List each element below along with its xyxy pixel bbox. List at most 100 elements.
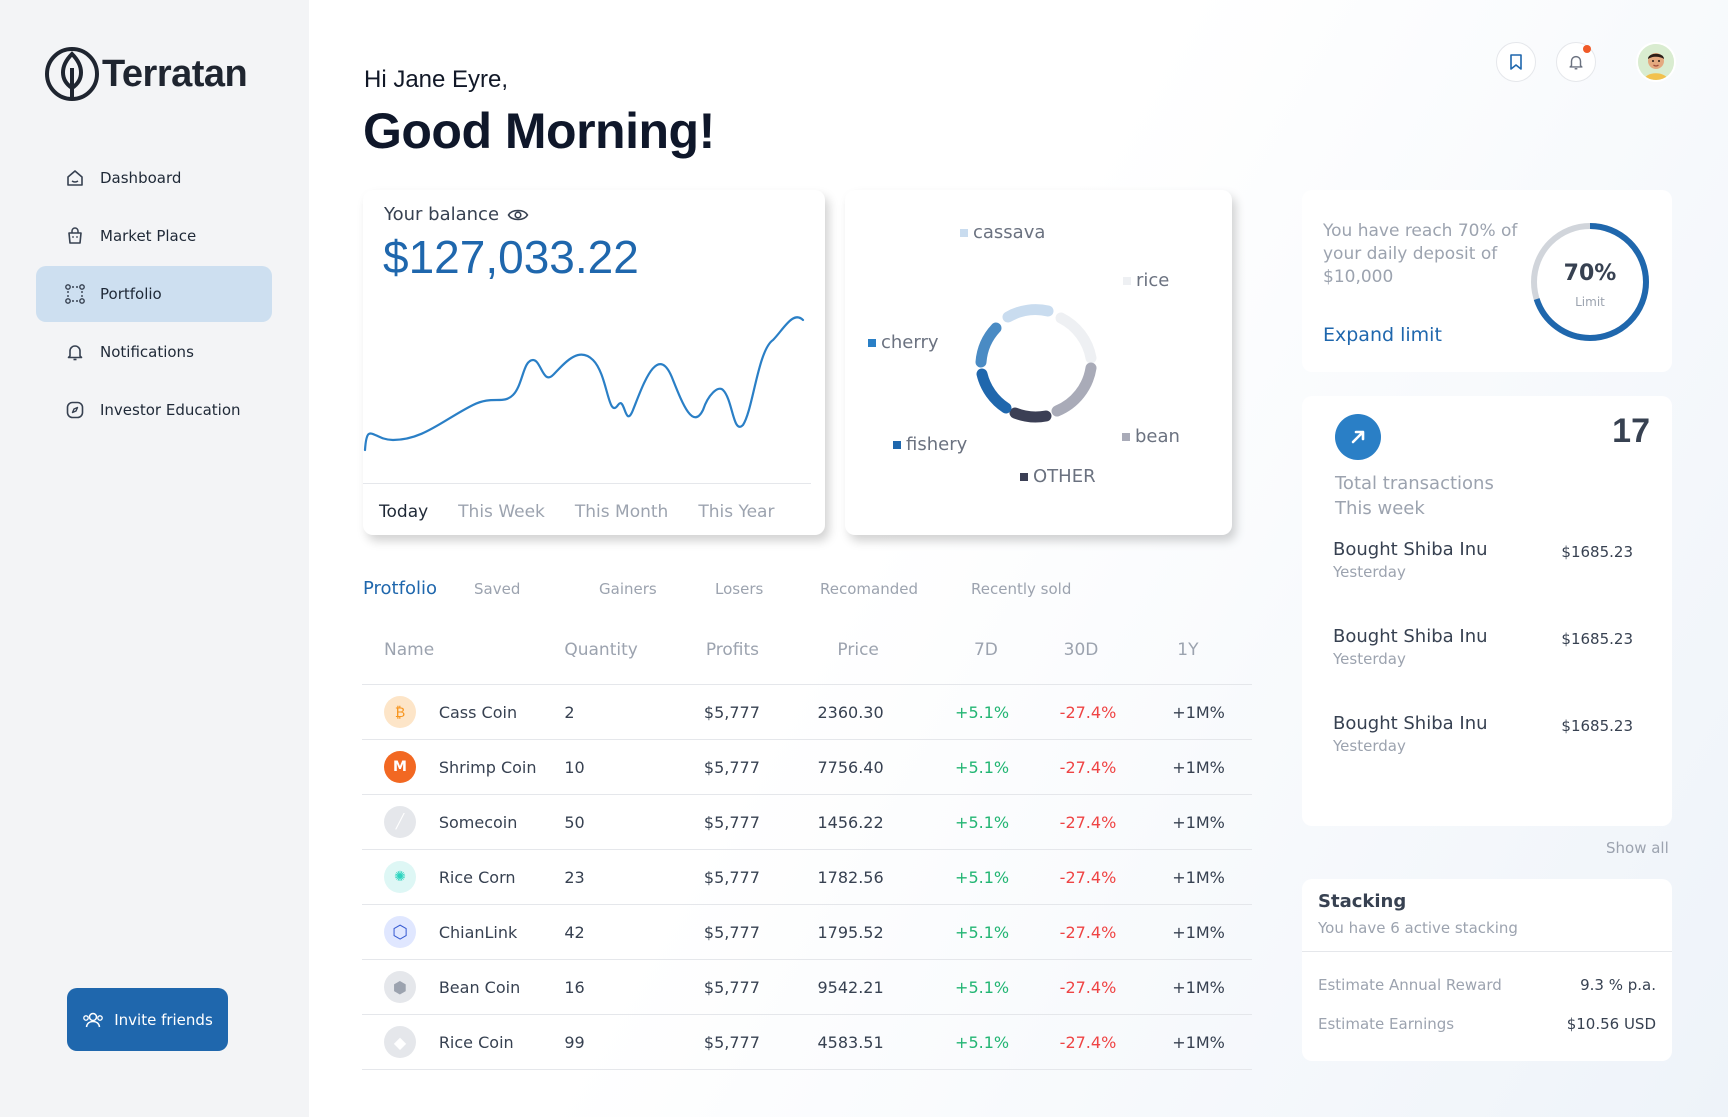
divider: [1302, 951, 1672, 952]
coin-1y: +1M%: [1172, 922, 1225, 942]
coin-price: 1456.22: [817, 812, 884, 832]
legend-label: bean: [1135, 426, 1180, 447]
tab-recomanded[interactable]: Recomanded: [820, 578, 971, 599]
coin-price: 1782.56: [817, 867, 884, 887]
coin-quantity: 42: [564, 922, 585, 942]
avatar[interactable]: [1636, 42, 1676, 82]
tab-gainers[interactable]: Gainers: [599, 578, 715, 599]
coin-1y: +1M%: [1172, 757, 1225, 777]
sidebar-item-label: Dashboard: [100, 169, 182, 187]
table-row[interactable]: ╱ Somecoin 50 $5,777 1456.22 +5.1% -27.4…: [362, 795, 1252, 850]
coin-name: Rice Corn: [438, 867, 516, 887]
transaction-item[interactable]: Bought Shiba Inu Yesterday $1685.23: [1333, 539, 1633, 581]
donut-segment-cassava: [1002, 304, 1054, 323]
tab-protfolio[interactable]: Protfolio: [363, 578, 474, 599]
transactions-title-line1: Total transactions: [1335, 473, 1494, 494]
sidebar-item-investor-education[interactable]: Investor Education: [36, 382, 272, 438]
portfolio-icon: [64, 283, 86, 305]
legend-swatch: [1020, 472, 1028, 481]
coin-icon-cell: ⬢: [362, 971, 439, 1003]
coin-icon-cell: M: [362, 751, 439, 783]
tab-recently-sold[interactable]: Recently sold: [971, 578, 1071, 599]
table-row[interactable]: ◆ Rice Coin 99 $5,777 4583.51 +5.1% -27.…: [362, 1015, 1252, 1070]
show-all-link[interactable]: Show all: [1606, 839, 1669, 857]
table-header: Name Quantity Profits Price 7D 30D 1Y: [362, 615, 1252, 685]
coin-profit: $5,777: [703, 977, 760, 997]
col-30d[interactable]: 30D: [1060, 640, 1173, 660]
coin-icon-cell: ✺: [362, 861, 439, 893]
bookmark-icon: [1510, 54, 1522, 70]
legend-item-other: OTHER: [1020, 466, 1096, 487]
invite-friends-button[interactable]: Invite friends: [67, 988, 228, 1051]
sidebar-item-label: Investor Education: [100, 401, 241, 419]
table-row[interactable]: ₿ Cass Coin 2 $5,777 2360.30 +5.1% -27.4…: [362, 685, 1252, 740]
brand-name: Terratan: [102, 52, 248, 95]
portfolio-tabs: Protfolio Saved Gainers Losers Recomande…: [363, 578, 1071, 599]
coin-icon-cell: ╱: [362, 806, 439, 838]
period-tab-this-week[interactable]: This Week: [458, 502, 545, 522]
stacking-row-value: 9.3 % p.a.: [1580, 976, 1656, 994]
coin-name: Rice Coin: [438, 1032, 514, 1052]
coin-profit: $5,777: [703, 702, 760, 722]
expand-limit-link[interactable]: Expand limit: [1323, 324, 1442, 346]
balance-line-chart: [363, 316, 805, 452]
sidebar-item-portfolio[interactable]: Portfolio: [36, 266, 272, 322]
table-row[interactable]: M Shrimp Coin 10 $5,777 7756.40 +5.1% -2…: [362, 740, 1252, 795]
user-avatar-icon: [1638, 44, 1674, 80]
coin-price: 2360.30: [817, 702, 884, 722]
col-quantity[interactable]: Quantity: [564, 640, 703, 660]
coin-profit: $5,777: [703, 922, 760, 942]
allocation-card: cassava rice cherry bean fishery OTHER: [845, 190, 1232, 535]
balance-value: $127,033.22: [383, 231, 639, 283]
col-name[interactable]: Name: [362, 640, 564, 660]
col-price[interactable]: Price: [817, 640, 955, 660]
transactions-card: 17 Total transactions This week Bought S…: [1302, 396, 1672, 826]
coin-7d: +5.1%: [955, 757, 1010, 777]
stacking-row-label: Estimate Annual Reward: [1318, 976, 1502, 994]
transaction-item[interactable]: Bought Shiba Inu Yesterday $1685.23: [1333, 626, 1633, 668]
period-tab-today[interactable]: Today: [379, 502, 428, 522]
coin-profit: $5,777: [703, 812, 760, 832]
col-7d[interactable]: 7D: [955, 640, 1060, 660]
stacking-row: Estimate Earnings $10.56 USD: [1318, 1015, 1656, 1033]
legend-item-cherry: cherry: [868, 332, 939, 353]
legend-label: cherry: [881, 332, 939, 353]
legend-item-cassava: cassava: [960, 222, 1045, 243]
leaf-logo-icon: [45, 47, 99, 101]
table-row[interactable]: ⬢ Bean Coin 16 $5,777 9542.21 +5.1% -27.…: [362, 960, 1252, 1015]
sun-icon: ✺: [384, 861, 416, 893]
period-tab-this-month[interactable]: This Month: [575, 502, 668, 522]
col-profits[interactable]: Profits: [704, 640, 818, 660]
bell-icon: [1569, 55, 1583, 70]
eye-icon[interactable]: [507, 207, 529, 223]
sidebar: Terratan Dashboard Market Place Portfoli…: [0, 0, 309, 1117]
logo[interactable]: Terratan: [44, 46, 248, 102]
transaction-item[interactable]: Bought Shiba Inu Yesterday $1685.23: [1333, 713, 1633, 755]
table-row[interactable]: ⬡ ChianLink 42 $5,777 1795.52 +5.1% -27.…: [362, 905, 1252, 960]
balance-card: Your balance $127,033.22 Today This Week…: [363, 190, 825, 535]
coin-7d: +5.1%: [955, 702, 1010, 722]
legend-swatch: [960, 228, 968, 237]
coin-icon-cell: ⬡: [362, 916, 439, 948]
invite-friends-label: Invite friends: [114, 1010, 213, 1029]
coin-name: Somecoin: [438, 812, 518, 832]
period-tabs: Today This Week This Month This Year: [363, 483, 811, 522]
col-1y[interactable]: 1Y: [1172, 640, 1252, 660]
sidebar-item-market-place[interactable]: Market Place: [36, 208, 272, 264]
tab-losers[interactable]: Losers: [715, 578, 820, 599]
transaction-time: Yesterday: [1333, 737, 1406, 755]
period-tab-this-year[interactable]: This Year: [698, 502, 774, 522]
bookmark-button[interactable]: [1496, 42, 1536, 82]
sidebar-item-notifications[interactable]: Notifications: [36, 324, 272, 380]
transaction-amount: $1685.23: [1561, 717, 1633, 735]
limit-progress-ring: 70% Limit: [1531, 223, 1649, 341]
page-headline: Good Morning!: [363, 103, 715, 159]
legend-item-bean: bean: [1122, 426, 1180, 447]
tab-saved[interactable]: Saved: [474, 578, 599, 599]
table-row[interactable]: ✺ Rice Corn 23 $5,777 1782.56 +5.1% -27.…: [362, 850, 1252, 905]
stacking-row-label: Estimate Earnings: [1318, 1015, 1455, 1033]
sidebar-item-dashboard[interactable]: Dashboard: [36, 150, 272, 206]
arrow-up-right-icon: [1335, 414, 1381, 460]
legend-item-fishery: fishery: [893, 434, 967, 455]
notifications-button[interactable]: [1556, 42, 1596, 82]
